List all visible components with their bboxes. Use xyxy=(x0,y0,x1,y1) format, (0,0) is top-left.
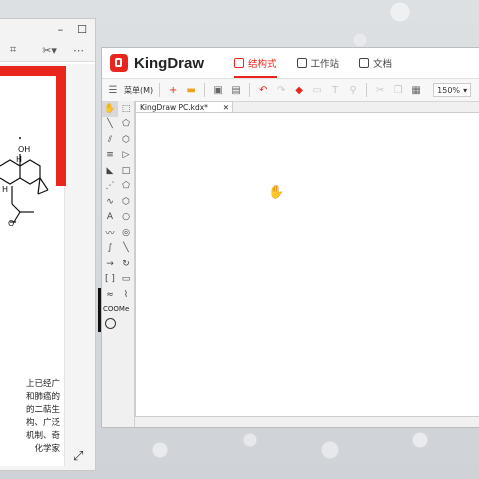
cut-icon[interactable]: ✂ xyxy=(373,83,387,97)
tool-palette: ✋ ⬚ ╲ ⬠ ⫽ ⬡ ≡ ▷ ◣ □ ⋰ ⬠ ∿ ⬡ A ○ 〰 ◎ ∫ ╲ xyxy=(98,101,135,427)
kingdraw-header: KingDraw 结构式 工作站 文档 xyxy=(102,48,479,79)
left-window: – ☐ ⌗ ✂▾ ⋯ OH H H O 上已经广 和肺癌的 的二萜生 构、广泛 … xyxy=(0,18,96,471)
oh-label: OH xyxy=(18,145,30,154)
left-window-toolbar: ⌗ ✂▾ ⋯ xyxy=(0,39,95,62)
chevron-down-icon: ▾ xyxy=(463,85,468,95)
group-template[interactable]: COOMe xyxy=(102,305,134,313)
red-banner-side xyxy=(56,66,66,186)
hashed-bond-icon[interactable]: ⋰ xyxy=(102,179,118,195)
text-line: 和肺癌的 xyxy=(25,392,60,402)
pentagon-icon[interactable]: ⬠ xyxy=(118,179,134,195)
bond-curve-icon[interactable]: ∫ xyxy=(102,241,118,257)
circle-tool-icon[interactable] xyxy=(105,317,116,329)
h-label: H xyxy=(2,185,8,194)
drawing-canvas[interactable]: ✋ xyxy=(135,112,479,417)
hexagon-ring-icon[interactable]: ⬡ xyxy=(118,132,134,148)
paste-icon[interactable]: ▦ xyxy=(409,83,423,97)
kingdraw-logo-icon xyxy=(110,54,128,72)
hexagon-icon[interactable]: ⬡ xyxy=(118,194,134,210)
folder-icon xyxy=(359,58,370,68)
structure-icon xyxy=(234,58,245,68)
workspace: ✋ ⬚ ╲ ⬠ ⫽ ⬡ ≡ ▷ ◣ □ ⋰ ⬠ ∿ ⬡ A ○ 〰 ◎ ∫ ╲ xyxy=(98,101,479,427)
h-label-top: H xyxy=(16,155,22,164)
text-tool-icon[interactable]: A xyxy=(102,210,118,226)
zoom-select[interactable]: 150% ▾ xyxy=(433,83,472,97)
tab-label: 结构式 xyxy=(248,59,277,70)
rotate-arrow-icon[interactable]: ↻ xyxy=(118,256,134,272)
grid-icon xyxy=(296,58,307,68)
shape-icon[interactable]: ⌇ xyxy=(118,287,134,303)
app-name: KingDraw xyxy=(134,54,205,72)
separator xyxy=(159,83,161,97)
document-tab[interactable]: KingDraw PC.kdx* ✕ xyxy=(135,101,233,112)
main-toolbar: ☰ 菜单(M) + ▬ ▣ ▤ ↶ ↷ ◆ ▭ T ⚲ ✂ ❐ ▦ 150% ▾ xyxy=(102,79,479,102)
line-tool-icon[interactable]: ╲ xyxy=(118,241,134,257)
triangle-ring-icon[interactable]: ▷ xyxy=(118,148,134,164)
maximize-button[interactable]: ☐ xyxy=(77,23,87,36)
save-as-icon[interactable]: ▤ xyxy=(229,83,243,97)
wave-shape-icon[interactable]: ≈ xyxy=(102,287,118,303)
minimize-button[interactable]: – xyxy=(58,23,64,36)
separator xyxy=(204,83,206,97)
select-tool-icon[interactable]: ⬚ xyxy=(118,101,134,117)
wavy-bond-icon[interactable]: ∿ xyxy=(102,194,118,210)
separator xyxy=(366,83,368,97)
expand-icon[interactable]: ⤢ xyxy=(73,449,83,464)
arrow-tool-icon[interactable]: → xyxy=(102,256,118,272)
single-bond-icon[interactable]: ╲ xyxy=(102,117,118,133)
left-window-content: OH H H O 上已经广 和肺癌的 的二萜生 构、广泛 机制、奇 化学家 xyxy=(0,64,95,470)
document-text: 上已经广 和肺癌的 的二萜生 构、广泛 机制、奇 化学家 xyxy=(0,378,60,456)
separator xyxy=(249,83,251,97)
save-icon[interactable]: ▣ xyxy=(211,83,225,97)
pentagon-ring-icon[interactable]: ⬠ xyxy=(118,117,134,133)
text-style-icon[interactable]: T xyxy=(328,83,342,97)
hand-cursor-icon: ✋ xyxy=(268,185,285,200)
text-line: 化学家 xyxy=(34,444,60,454)
new-file-icon[interactable]: + xyxy=(166,83,180,97)
pin-icon[interactable]: ⚲ xyxy=(346,83,360,97)
text-line: 机制、奇 xyxy=(25,431,60,441)
square-ring-icon[interactable]: □ xyxy=(118,163,134,179)
o-label: O xyxy=(8,219,14,228)
triple-bond-icon[interactable]: ≡ xyxy=(102,148,118,164)
copy-icon[interactable]: ❐ xyxy=(391,83,405,97)
clear-icon[interactable]: ▭ xyxy=(310,83,324,97)
menu-icon[interactable]: ☰ xyxy=(106,83,120,97)
document-tab-label: KingDraw PC.kdx* xyxy=(140,102,208,112)
more-icon[interactable]: ⋯ xyxy=(73,44,84,57)
rectangle-icon[interactable]: ▭ xyxy=(118,272,134,288)
bracket-icon[interactable]: [ ] xyxy=(102,272,118,288)
redo-icon[interactable]: ↷ xyxy=(274,83,288,97)
close-icon[interactable]: ✕ xyxy=(223,103,229,112)
left-window-titlebar: – ☐ xyxy=(0,19,95,39)
chemical-structure: OH H H O xyxy=(0,137,49,228)
double-bond-icon[interactable]: ⫽ xyxy=(102,132,118,148)
text-line: 的二萜生 xyxy=(25,405,60,415)
benzene-icon[interactable]: ◎ xyxy=(118,225,134,241)
tab-documents[interactable]: 文档 xyxy=(349,48,402,78)
text-line: 上已经广 xyxy=(25,379,60,389)
text-line: 构、广泛 xyxy=(25,418,60,428)
chain-tool-icon[interactable]: 〰 xyxy=(102,225,118,241)
wedge-bond-icon[interactable]: ◣ xyxy=(102,163,118,179)
tab-structure[interactable]: 结构式 xyxy=(224,48,287,78)
eraser-icon[interactable]: ◆ xyxy=(292,83,306,97)
tools-icon[interactable]: ✂▾ xyxy=(42,44,57,57)
crop-icon[interactable]: ⌗ xyxy=(10,43,16,57)
kingdraw-window: KingDraw 结构式 工作站 文档 ☰ 菜单(M) + ▬ ▣ ▤ ↶ ↷ … xyxy=(98,47,479,428)
menu-button[interactable]: 菜单(M) xyxy=(124,85,153,96)
open-folder-icon[interactable]: ▬ xyxy=(184,83,198,97)
octagon-icon[interactable]: ○ xyxy=(118,210,134,226)
zoom-value: 150% xyxy=(437,85,461,95)
undo-icon[interactable]: ↶ xyxy=(256,83,270,97)
hand-tool-icon[interactable]: ✋ xyxy=(102,101,118,117)
tab-label: 工作站 xyxy=(310,59,340,70)
tab-workstation[interactable]: 工作站 xyxy=(287,48,350,78)
side-indicator xyxy=(98,288,101,332)
tab-label: 文档 xyxy=(373,59,393,70)
